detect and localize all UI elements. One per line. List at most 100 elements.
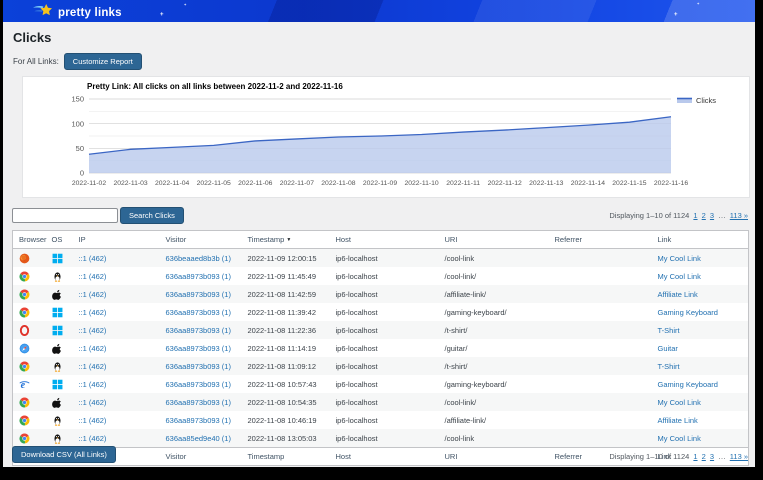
link-link[interactable]: T-Shirt xyxy=(658,326,680,335)
search-clicks-button[interactable]: Search Clicks xyxy=(120,207,184,224)
pagination-last[interactable]: 113 » xyxy=(730,211,748,220)
referrer-cell xyxy=(549,393,652,411)
link-link[interactable]: Gaming Keyboard xyxy=(658,308,718,317)
link-link[interactable]: T-Shirt xyxy=(658,362,680,371)
timestamp-cell: 2022-11-09 11:45:49 xyxy=(242,267,330,285)
visitor-link[interactable]: 636aa8973b093 (1) xyxy=(166,308,231,317)
screenshot-frame: pretty links + + + + Clicks For All Link… xyxy=(0,0,763,480)
visitor-link[interactable]: 636aa85ed9e40 (1) xyxy=(166,434,231,443)
col-browser[interactable]: Browser xyxy=(13,231,46,249)
table-row: ::1 (462)636aa8973b093 (1)2022-11-08 11:… xyxy=(13,321,749,339)
pagination-page-3[interactable]: 3 xyxy=(710,452,714,461)
col-host[interactable]: Host xyxy=(330,448,439,466)
chrome-browser-icon xyxy=(19,415,30,426)
clicks-table: Browser OS IP Visitor Timestamp▼ Host UR… xyxy=(12,230,749,466)
visitor-link[interactable]: 636aa8973b093 (1) xyxy=(166,290,231,299)
host-cell: ip6-localhost xyxy=(330,249,439,268)
visitor-link[interactable]: 636aa8973b093 (1) xyxy=(166,344,231,353)
svg-text:2022-11-15: 2022-11-15 xyxy=(612,180,646,187)
visitor-link[interactable]: 636beaaed8b3b (1) xyxy=(166,254,231,263)
col-referrer[interactable]: Referrer xyxy=(549,231,652,249)
host-cell: ip6-localhost xyxy=(330,393,439,411)
col-timestamp[interactable]: Timestamp▼ xyxy=(242,231,330,249)
host-cell: ip6-localhost xyxy=(330,339,439,357)
link-link[interactable]: My Cool Link xyxy=(658,254,701,263)
link-link[interactable]: My Cool Link xyxy=(658,272,701,281)
link-link[interactable]: Affiliate Link xyxy=(658,290,698,299)
svg-text:150: 150 xyxy=(71,95,84,104)
table-row: ::1 (462)636aa8973b093 (1)2022-11-08 10:… xyxy=(13,393,749,411)
svg-text:Clicks: Clicks xyxy=(696,96,716,105)
download-csv-button[interactable]: Download CSV (All Links) xyxy=(12,446,116,463)
visitor-link[interactable]: 636aa8973b093 (1) xyxy=(166,326,231,335)
link-link[interactable]: Gaming Keyboard xyxy=(658,380,718,389)
svg-text:50: 50 xyxy=(76,144,84,153)
customize-report-button[interactable]: Customize Report xyxy=(64,53,142,70)
ip-link[interactable]: ::1 (462) xyxy=(79,308,107,317)
ip-link[interactable]: ::1 (462) xyxy=(79,326,107,335)
visitor-link[interactable]: 636aa8973b093 (1) xyxy=(166,380,231,389)
ip-link[interactable]: ::1 (462) xyxy=(79,272,107,281)
report-toolbar: For All Links: Customize Report xyxy=(13,53,142,70)
pagination-ellipsis: … xyxy=(718,452,726,461)
linux-os-icon xyxy=(52,415,63,426)
ip-link[interactable]: ::1 (462) xyxy=(79,434,107,443)
ip-link[interactable]: ::1 (462) xyxy=(79,380,107,389)
pagination-last[interactable]: 113 » xyxy=(730,452,748,461)
windows-os-icon xyxy=(52,253,63,264)
visitor-link[interactable]: 636aa8973b093 (1) xyxy=(166,398,231,407)
svg-text:2022-11-04: 2022-11-04 xyxy=(155,180,189,187)
mac-os-icon xyxy=(52,343,63,354)
table-row: ::1 (462)636aa8973b093 (1)2022-11-08 10:… xyxy=(13,411,749,429)
svg-text:2022-11-11: 2022-11-11 xyxy=(446,180,480,187)
ip-link[interactable]: ::1 (462) xyxy=(79,254,107,263)
svg-text:100: 100 xyxy=(71,119,84,128)
host-cell: ip6-localhost xyxy=(330,429,439,448)
pagination-page-1[interactable]: 1 xyxy=(693,452,697,461)
col-uri[interactable]: URI xyxy=(439,448,549,466)
ip-link[interactable]: ::1 (462) xyxy=(79,398,107,407)
host-cell: ip6-localhost xyxy=(330,357,439,375)
col-link[interactable]: Link xyxy=(652,231,749,249)
search-input[interactable] xyxy=(12,208,118,223)
ip-link[interactable]: ::1 (462) xyxy=(79,416,107,425)
sparkle-icon: + xyxy=(160,12,164,18)
pagination-page-2[interactable]: 2 xyxy=(702,452,706,461)
col-ip[interactable]: IP xyxy=(73,231,160,249)
timestamp-cell: 2022-11-08 13:05:03 xyxy=(242,429,330,448)
visitor-link[interactable]: 636aa8973b093 (1) xyxy=(166,362,231,371)
host-cell: ip6-localhost xyxy=(330,267,439,285)
link-link[interactable]: Affiliate Link xyxy=(658,416,698,425)
link-link[interactable]: My Cool Link xyxy=(658,434,701,443)
svg-text:2022-11-03: 2022-11-03 xyxy=(113,180,147,187)
pagination-page-1[interactable]: 1 xyxy=(693,211,697,220)
visitor-link[interactable]: 636aa8973b093 (1) xyxy=(166,416,231,425)
sparkle-icon: + xyxy=(184,3,186,7)
pagination-page-3[interactable]: 3 xyxy=(710,211,714,220)
safari-browser-icon xyxy=(19,343,30,354)
page-title: Clicks xyxy=(13,30,51,45)
pagination-summary: Displaying 1–10 of 1124 xyxy=(609,211,689,220)
ip-link[interactable]: ::1 (462) xyxy=(79,362,107,371)
table-row: ::1 (462) 636aa85ed9e40 (1) 2022-11-08 13:… xyxy=(13,429,749,448)
col-visitor[interactable]: Visitor xyxy=(160,231,242,249)
col-visitor[interactable]: Visitor xyxy=(160,448,242,466)
visitor-link[interactable]: 636aa8973b093 (1) xyxy=(166,272,231,281)
uri-cell: /t-shirt/ xyxy=(439,357,549,375)
timestamp-cell: 2022-11-08 11:42:59 xyxy=(242,285,330,303)
linux-os-icon xyxy=(52,271,63,282)
referrer-cell xyxy=(549,321,652,339)
col-os[interactable]: OS xyxy=(46,231,73,249)
col-uri[interactable]: URI xyxy=(439,231,549,249)
ip-link[interactable]: ::1 (462) xyxy=(79,344,107,353)
windows-os-icon xyxy=(52,325,63,336)
link-link[interactable]: Guitar xyxy=(658,344,678,353)
ip-link[interactable]: ::1 (462) xyxy=(79,290,107,299)
col-host[interactable]: Host xyxy=(330,231,439,249)
col-timestamp[interactable]: Timestamp xyxy=(242,448,330,466)
pagination-page-2[interactable]: 2 xyxy=(702,211,706,220)
clicks-table-wrap: Browser OS IP Visitor Timestamp▼ Host UR… xyxy=(12,230,749,466)
referrer-cell xyxy=(549,249,652,268)
link-link[interactable]: My Cool Link xyxy=(658,398,701,407)
table-row: ::1 (462)636beaaed8b3b (1)2022-11-09 12:… xyxy=(13,249,749,268)
